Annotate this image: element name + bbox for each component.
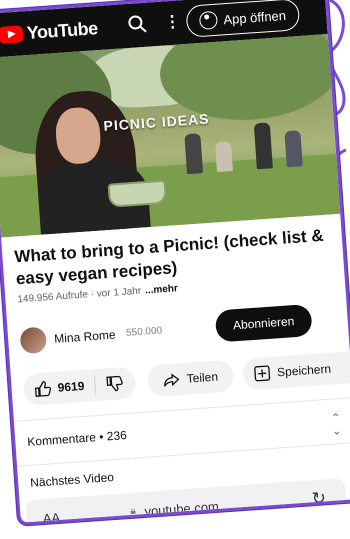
brand-name: YouTube	[26, 17, 99, 43]
play-logo-icon	[0, 24, 24, 44]
app-open-button[interactable]: App öffnen	[185, 0, 300, 38]
url-text[interactable]: youtube.com	[144, 499, 219, 519]
comments-section[interactable]: Kommentare • 236 ⌃ ⌄	[13, 397, 350, 467]
save-button[interactable]: Speichern	[242, 349, 350, 391]
video-salad-bowl	[107, 179, 168, 208]
like-dislike-pill: 9619	[22, 366, 137, 407]
channel-row: Mina Rome 550.000 Abonnieren	[19, 300, 339, 362]
phone-screen: YouTube ⋮ App öffnen PICNIC IDEAS What t…	[0, 0, 350, 526]
like-separator	[93, 375, 96, 396]
search-icon[interactable]	[126, 13, 149, 36]
app-open-label: App öffnen	[222, 7, 287, 27]
share-icon	[164, 373, 180, 387]
share-label: Teilen	[186, 369, 219, 386]
share-button[interactable]: Teilen	[146, 359, 235, 398]
reload-icon[interactable]: ↻	[311, 488, 327, 509]
lock-icon: 🔒︎	[130, 505, 137, 517]
like-count[interactable]: 9619	[57, 379, 85, 395]
channel-avatar[interactable]	[19, 326, 48, 355]
subscribe-button[interactable]: Abonnieren	[214, 303, 313, 343]
more-link[interactable]: ...mehr	[145, 283, 178, 296]
next-video-label: Nächstes Video	[29, 470, 115, 490]
comments-label: Kommentare • 236	[26, 428, 128, 449]
subscriber-count: 550.000	[125, 325, 163, 339]
more-vert-icon[interactable]: ⋮	[164, 11, 181, 32]
save-playlist-icon	[254, 365, 271, 382]
save-label: Speichern	[276, 361, 332, 380]
video-player[interactable]: PICNIC IDEAS	[0, 34, 341, 238]
video-title[interactable]: What to bring to a Picnic! (check list &…	[14, 225, 326, 291]
expand-collapse-icon[interactable]: ⌃ ⌄	[331, 411, 342, 438]
video-woman-hand	[63, 131, 82, 157]
thumbs-down-icon[interactable]	[105, 374, 124, 393]
channel-name[interactable]: Mina Rome	[54, 328, 116, 346]
reader-text-size-button[interactable]: AA	[42, 510, 60, 526]
account-icon	[198, 10, 219, 30]
thumbs-up-icon[interactable]	[33, 379, 52, 398]
youtube-logo[interactable]: YouTube	[0, 18, 98, 46]
